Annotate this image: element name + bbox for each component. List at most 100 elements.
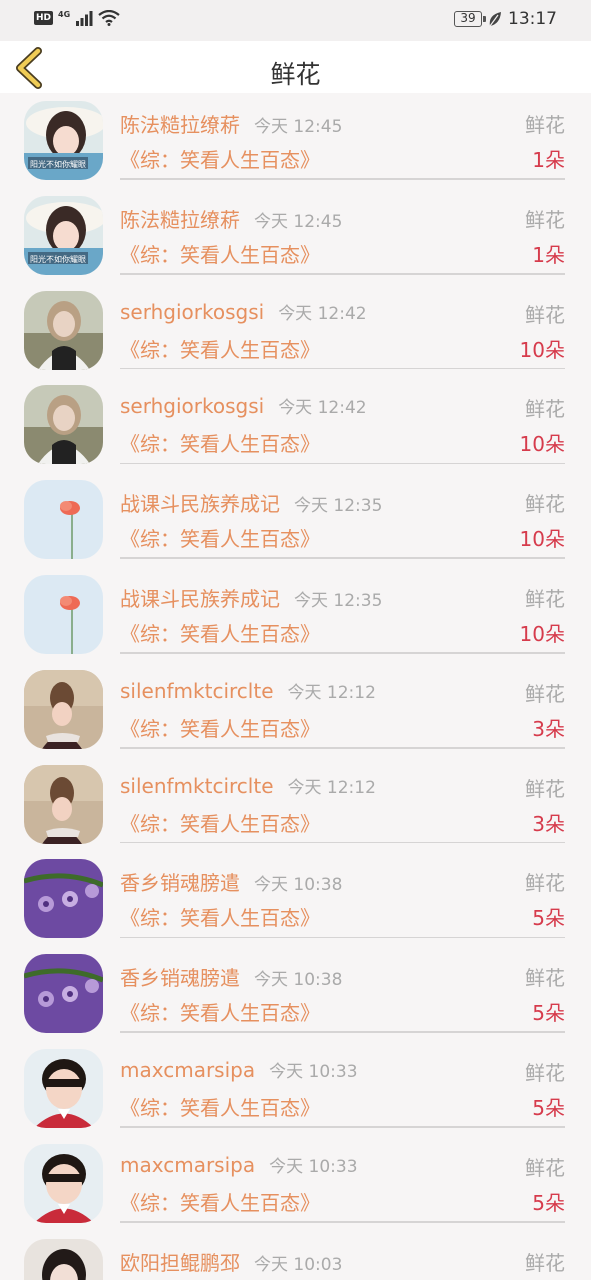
sender-name-text: silenfmktcirclte <box>120 678 274 703</box>
sender-name: maxcmarsipa 今天 10:33 <box>120 1152 358 1177</box>
avatar[interactable] <box>24 385 103 465</box>
list-item[interactable]: 香乡销魂膀遣 今天 10:38 鲜花 《综：笑看人生百态》 5朵 <box>0 946 591 1041</box>
gift-type: 鲜花 <box>525 492 565 517</box>
record-time: 今天 12:35 <box>294 590 383 611</box>
sender-name: 香乡销魂膀遣 今天 10:38 <box>120 867 342 896</box>
list-item[interactable]: 战课斗民族养成记 今天 12:35 鲜花《综：笑看人生百态》 10朵 <box>0 472 591 567</box>
gift-count: 10朵 <box>519 527 565 552</box>
wifi-icon <box>98 10 120 26</box>
record-time: 今天 10:33 <box>269 1156 358 1177</box>
book-title: 《综：笑看人生百态》 <box>120 242 320 267</box>
avatar[interactable] <box>24 764 103 844</box>
avatar[interactable] <box>24 1048 103 1128</box>
status-time: 13:17 <box>508 9 557 29</box>
book-title: 《综：笑看人生百态》 <box>120 1095 320 1120</box>
sender-name: 欧阳担鲲鹏邳 今天 10:03 <box>120 1247 342 1276</box>
sender-name-text: 战课斗民族养成记 <box>120 492 280 517</box>
list-item[interactable]: 战课斗民族养成记 今天 12:35 鲜花 《综：笑看人生百态》 10朵 <box>0 567 591 662</box>
gift-count: 1朵 <box>532 242 565 267</box>
sender-name: 战课斗民族养成记 今天 12:35 <box>120 583 382 612</box>
list-item[interactable]: maxcmarsipa 今天 10:33 鲜花 《综：笑看人生百态》 5朵 <box>0 1136 591 1231</box>
divider <box>120 841 565 844</box>
sender-name: 香乡销魂膀遣 今天 10:38 <box>120 962 342 991</box>
divider <box>120 1221 565 1223</box>
book-title: 《综：笑看人生百态》 <box>120 432 320 457</box>
divider <box>120 557 565 559</box>
divider <box>120 178 565 180</box>
sender-name-text: maxcmarsipa <box>120 1152 256 1177</box>
divider <box>120 1126 565 1128</box>
record-time: 今天 12:45 <box>254 117 343 137</box>
avatar[interactable] <box>24 1238 103 1280</box>
gift-type: 鲜花 <box>525 1060 565 1085</box>
sender-name: silenfmktcirclte 今天 12:12 <box>120 773 376 798</box>
gift-count: 3朵 <box>532 716 565 741</box>
sender-name: 陈法糙拉缭菥 今天 12:45 <box>120 204 342 233</box>
gift-type: 鲜花 <box>525 207 565 232</box>
list-item[interactable]: silenfmktcirclte 今天 12:12 鲜花 《综：笑看人生百态》 3朵 <box>0 757 591 852</box>
sender-name: maxcmarsipa 今天 10:33 <box>120 1057 358 1082</box>
gift-count: 10朵 <box>519 337 565 362</box>
gift-type: 鲜花 <box>525 397 565 422</box>
divider <box>120 747 565 749</box>
sender-name-text: 战课斗民族养成记 <box>120 586 280 611</box>
avatar[interactable] <box>24 954 103 1034</box>
book-title: 《综：笑看人生百态》 <box>120 148 320 172</box>
record-time: 今天 12:35 <box>294 496 383 517</box>
divider <box>120 652 565 654</box>
avatar[interactable] <box>24 480 103 560</box>
sender-name: silenfmktcirclte 今天 12:12 <box>120 678 376 703</box>
page-title: 鲜花 <box>270 60 321 89</box>
gift-count: 1朵 <box>532 148 565 172</box>
record-time: 今天 12:12 <box>287 777 376 798</box>
book-title: 《综：笑看人生百态》 <box>120 1190 320 1215</box>
record-time: 今天 10:33 <box>269 1061 358 1082</box>
avatar[interactable] <box>24 859 103 939</box>
avatar[interactable]: 阳光不如你耀眼 <box>24 195 103 275</box>
status-left: HD 4G <box>34 10 120 26</box>
avatar[interactable]: 阳光不如你耀眼 <box>24 101 103 180</box>
gift-count: 10朵 <box>519 432 565 457</box>
list-item[interactable]: 欧阳担鲲鹏邳 今天 10:03 鲜花 <box>0 1231 591 1280</box>
list-item[interactable]: serhgiorkosgsi 今天 12:42 鲜花《综：笑看人生百态》 10朵 <box>0 377 591 472</box>
sender-name-text: 欧阳担鲲鹏邳 <box>120 1250 240 1275</box>
avatar[interactable] <box>24 574 103 654</box>
avatar[interactable] <box>24 669 103 749</box>
book-title: 《综：笑看人生百态》 <box>120 906 320 931</box>
gift-type: 鲜花 <box>525 776 565 801</box>
list-item[interactable]: 香乡销魂膀遣 今天 10:38 鲜花 《综：笑看人生百态》 5朵 <box>0 851 591 946</box>
sender-name: 陈法糙拉缭菥 今天 12:45 <box>120 109 342 138</box>
record-time: 今天 10:38 <box>254 875 343 896</box>
avatar[interactable] <box>24 1143 103 1223</box>
book-title: 《综：笑看人生百态》 <box>120 337 320 362</box>
record-time: 今天 10:38 <box>254 970 343 991</box>
sender-name-text: silenfmktcirclte <box>120 773 274 798</box>
record-time: 今天 10:03 <box>254 1254 343 1275</box>
sender-name: serhgiorkosgsi 今天 12:42 <box>120 393 367 418</box>
battery-icon: 39 <box>454 11 486 27</box>
status-bar: HD 4G 39 13:17 <box>0 0 591 41</box>
svg-text:阳光不如你耀眼: 阳光不如你耀眼 <box>30 159 86 169</box>
list-item[interactable]: serhgiorkosgsi 今天 12:42 鲜花 《综：笑看人生百态》 10朵 <box>0 283 591 378</box>
record-time: 今天 12:45 <box>254 211 343 232</box>
list-item[interactable]: 阳光不如你耀眼 陈法糙拉缭菥 今天 12:45 鲜花《综：笑看人生百态》 1朵 <box>0 188 591 283</box>
status-right: 39 13:17 <box>454 9 557 29</box>
sender-name: 战课斗民族养成记 今天 12:35 <box>120 488 382 517</box>
record-time: 今天 12:12 <box>287 682 376 703</box>
list-item[interactable]: 阳光不如你耀眼 陈法糙拉缭菥 今天 12:45 鲜花 《综：笑看人生百态》 1朵 <box>0 93 591 188</box>
svg-text:阳光不如你耀眼: 阳光不如你耀眼 <box>30 254 86 264</box>
divider <box>120 367 565 370</box>
avatar[interactable] <box>24 290 103 370</box>
sender-name-text: 香乡销魂膀遣 <box>120 871 240 896</box>
sender-name-text: maxcmarsipa <box>120 1057 256 1082</box>
sender-name-text: 陈法糙拉缭菥 <box>120 113 240 137</box>
book-title: 《综：笑看人生百态》 <box>120 1001 320 1026</box>
list-item[interactable]: maxcmarsipa 今天 10:33 鲜花 《综：笑看人生百态》 5朵 <box>0 1041 591 1136</box>
gift-type: 鲜花 <box>525 302 565 327</box>
divider <box>120 1031 565 1033</box>
gift-count: 5朵 <box>532 1001 565 1026</box>
list-item[interactable]: silenfmktcirclte 今天 12:12 鲜花 《综：笑看人生百态》 3朵 <box>0 662 591 757</box>
book-title: 《综：笑看人生百态》 <box>120 527 320 552</box>
leaf-icon <box>489 12 501 27</box>
header: 鲜花 <box>0 41 591 93</box>
